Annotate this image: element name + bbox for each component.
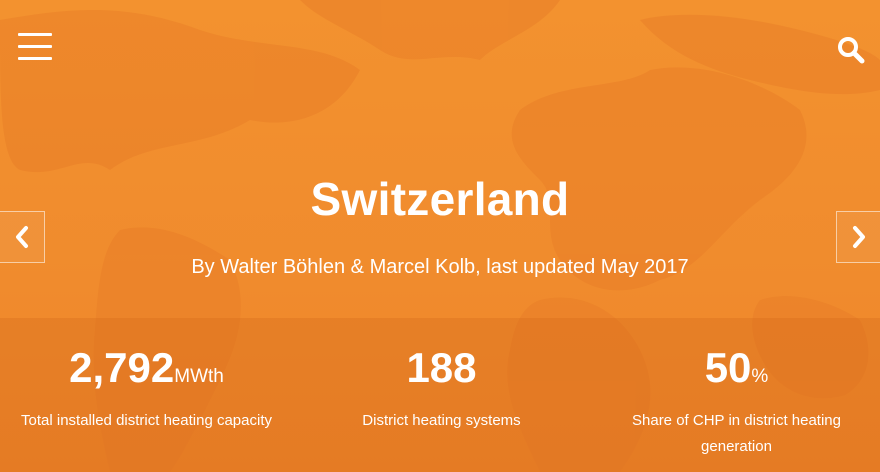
stat-label: Total installed district heating capacit… — [21, 412, 272, 429]
stat-label: District heating systems — [362, 412, 521, 429]
chevron-right-icon — [853, 226, 865, 248]
hamburger-menu-icon — [18, 33, 52, 36]
stat-label: Share of CHP in district heating generat… — [632, 412, 841, 455]
hero-banner: Switzerland By Walter Böhlen & Marcel Ko… — [0, 0, 880, 472]
stat-unit: MWth — [174, 366, 224, 387]
search-icon — [838, 37, 865, 64]
search-button[interactable] — [836, 35, 866, 65]
page-subtitle: By Walter Böhlen & Marcel Kolb, last upd… — [191, 256, 689, 278]
menu-button[interactable] — [18, 33, 52, 61]
stat-value: 2,792 — [69, 344, 175, 391]
stat-unit: % — [751, 366, 769, 387]
stat-capacity: 2,792MWth Total installed district heati… — [0, 344, 293, 434]
stat-value: 188 — [406, 344, 477, 391]
stat-chp-share: 50% Share of CHP in district heating gen… — [590, 344, 880, 460]
stat-systems: 188 District heating systems — [295, 344, 588, 434]
stat-value: 50 — [704, 344, 752, 391]
page-title: Switzerland — [310, 173, 570, 225]
chevron-left-icon — [16, 226, 28, 248]
